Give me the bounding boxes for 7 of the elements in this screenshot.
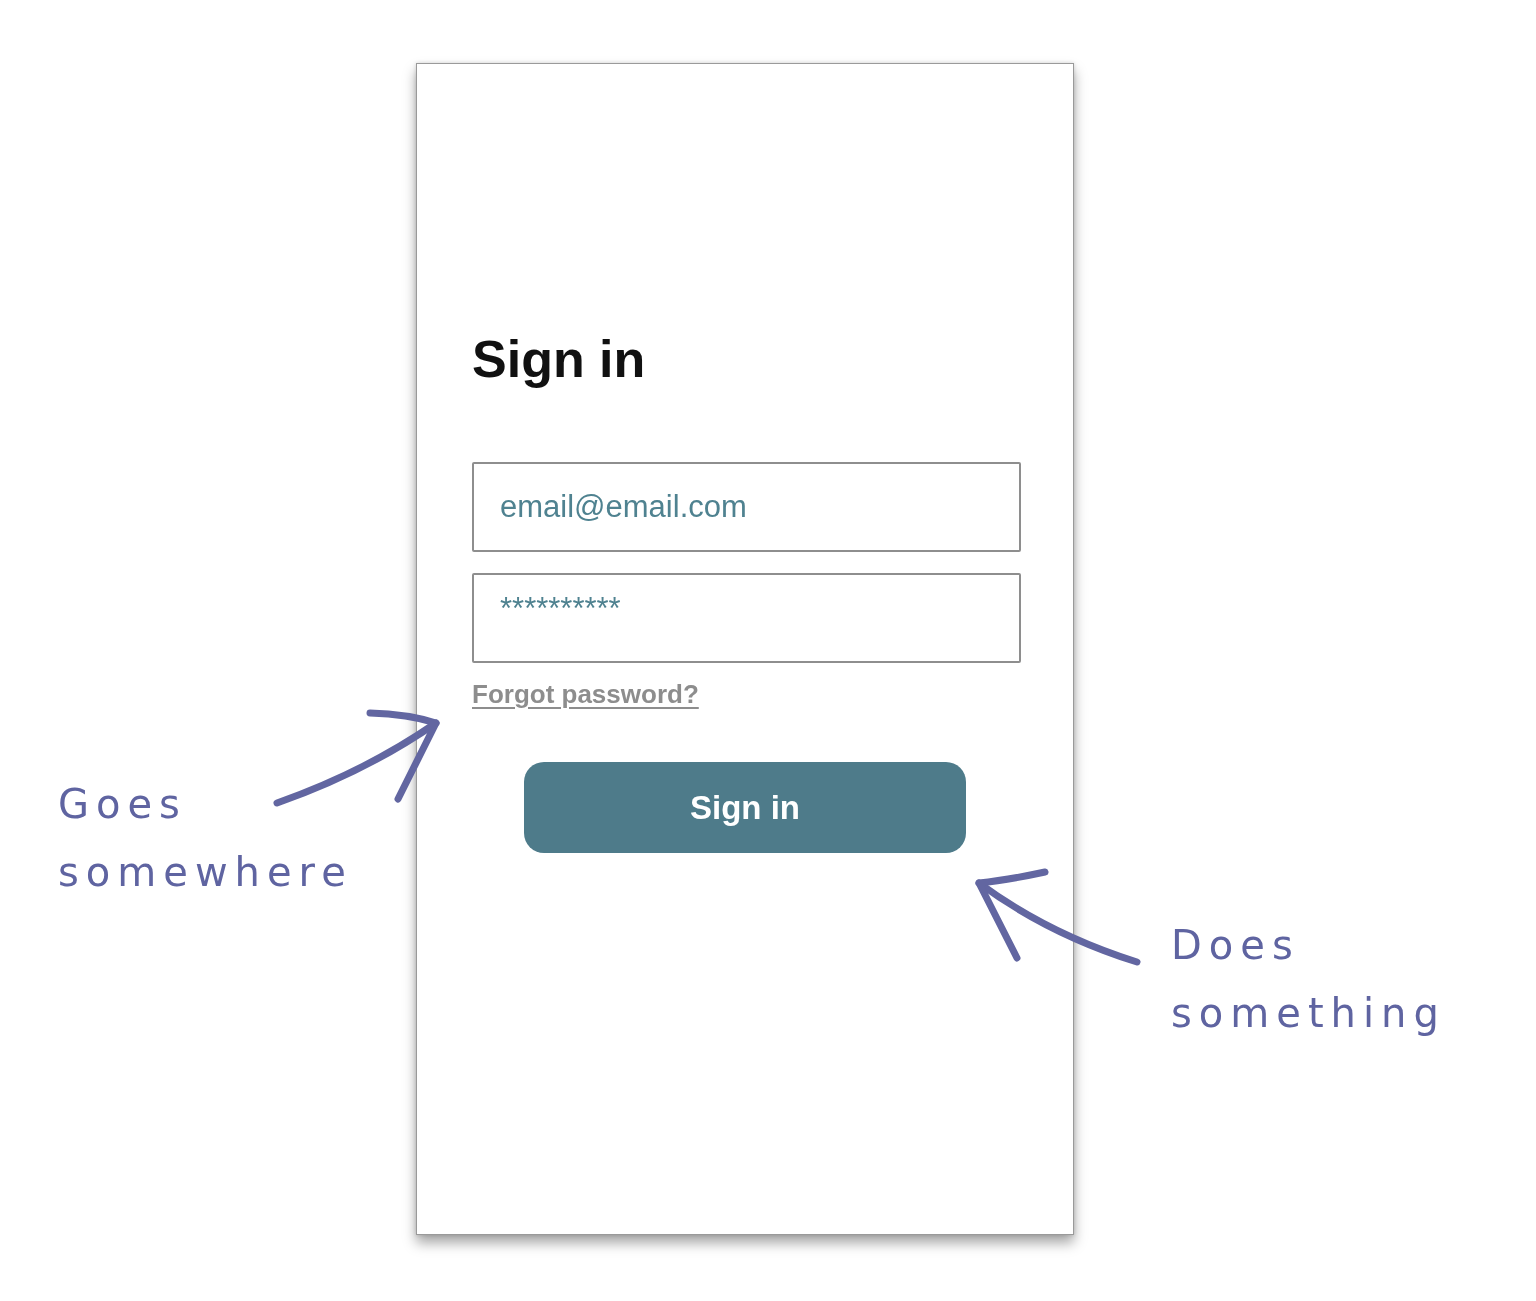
password-field[interactable]: **********	[472, 573, 1021, 663]
annotation-text: Goes somewhere	[58, 780, 354, 897]
sign-in-button[interactable]: Sign in	[524, 762, 966, 853]
forgot-password-link[interactable]: Forgot password?	[472, 678, 699, 710]
annotation-text: Does something	[1171, 921, 1447, 1038]
email-field[interactable]: email@email.com	[472, 462, 1021, 552]
screen-title: Sign in	[472, 329, 646, 390]
